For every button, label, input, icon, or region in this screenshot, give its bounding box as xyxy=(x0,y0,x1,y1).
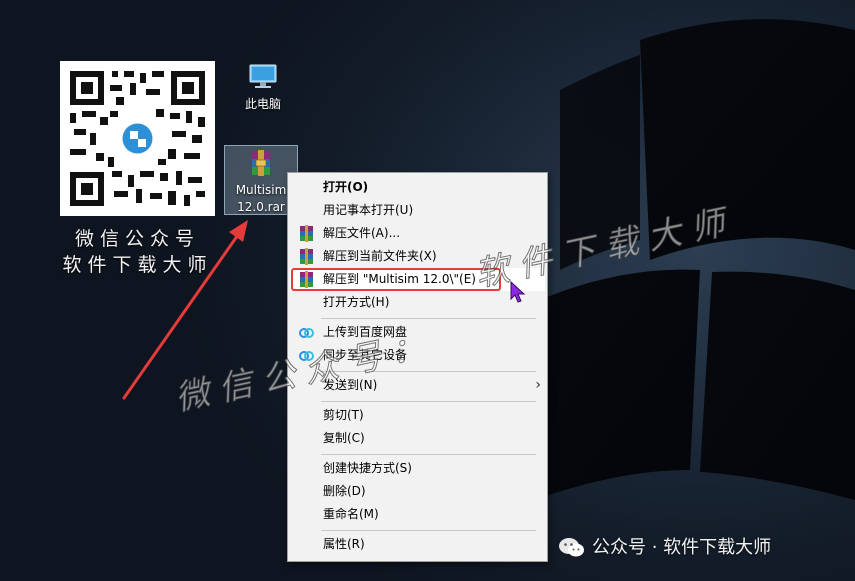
menu-item-rename[interactable]: 重命名(M) xyxy=(290,503,545,526)
menu-item-label: 发送到(N) xyxy=(323,378,378,392)
menu-item-sync-devices[interactable]: 同步至其它设备 xyxy=(290,344,545,367)
menu-item-extract-to-folder[interactable]: 解压到 "Multisim 12.0\"(E) xyxy=(290,268,545,291)
menu-item-cut[interactable]: 剪切(T) xyxy=(290,404,545,427)
menu-item-label: 同步至其它设备 xyxy=(323,348,408,362)
menu-item-label: 打开(O) xyxy=(323,180,369,194)
menu-item-properties[interactable]: 属性(R) xyxy=(290,533,545,556)
menu-separator xyxy=(321,371,536,372)
winrar-icon xyxy=(300,225,313,242)
menu-item-upload-baidu[interactable]: 上传到百度网盘 xyxy=(290,321,545,344)
menu-separator xyxy=(321,318,536,319)
menu-item-label: 用记事本打开(U) xyxy=(323,203,414,217)
menu-item-label: 打开方式(H) xyxy=(323,295,390,309)
menu-item-open-with-notepad[interactable]: 用记事本打开(U) xyxy=(290,199,545,222)
footer-brand-text: 公众号 · 软件下载大师 xyxy=(592,537,772,558)
menu-item-label: 上传到百度网盘 xyxy=(323,325,408,339)
menu-separator xyxy=(321,530,536,531)
wechat-icon xyxy=(559,538,584,557)
menu-item-open-with[interactable]: 打开方式(H) xyxy=(290,291,545,314)
menu-item-label: 解压到 "Multisim 12.0\"(E) xyxy=(323,272,476,286)
menu-separator xyxy=(321,454,536,455)
menu-item-label: 复制(C) xyxy=(323,431,365,445)
menu-separator xyxy=(321,401,536,402)
menu-item-extract-files[interactable]: 解压文件(A)... xyxy=(290,222,545,245)
menu-item-label: 删除(D) xyxy=(323,484,366,498)
mouse-cursor-icon xyxy=(510,280,526,303)
menu-item-extract-here[interactable]: 解压到当前文件夹(X) xyxy=(290,245,545,268)
menu-item-label: 解压到当前文件夹(X) xyxy=(323,249,437,263)
menu-item-copy[interactable]: 复制(C) xyxy=(290,427,545,450)
menu-item-send-to[interactable]: 发送到(N) › xyxy=(290,374,545,397)
context-menu: 打开(O) 用记事本打开(U) 解压文件(A)... 解压到当前文件夹(X) 解… xyxy=(287,172,548,562)
menu-item-create-shortcut[interactable]: 创建快捷方式(S) xyxy=(290,457,545,480)
menu-item-label: 剪切(T) xyxy=(323,408,364,422)
menu-item-label: 重命名(M) xyxy=(323,507,379,521)
desktop: 微信公众号 软件下载大师 此电脑 Multisim 12.0.rar 打开(O) xyxy=(0,0,855,581)
menu-item-label: 创建快捷方式(S) xyxy=(323,461,412,475)
winrar-icon xyxy=(300,248,313,265)
winrar-icon xyxy=(300,271,313,288)
baidu-netdisk-icon xyxy=(299,351,314,361)
menu-item-label: 属性(R) xyxy=(323,537,365,551)
chevron-right-icon: › xyxy=(535,377,541,393)
menu-item-label: 解压文件(A)... xyxy=(323,226,401,240)
baidu-netdisk-icon xyxy=(299,328,314,338)
menu-item-open[interactable]: 打开(O) xyxy=(290,176,545,199)
menu-item-delete[interactable]: 删除(D) xyxy=(290,480,545,503)
footer-brand: 公众号 · 软件下载大师 xyxy=(558,534,771,562)
